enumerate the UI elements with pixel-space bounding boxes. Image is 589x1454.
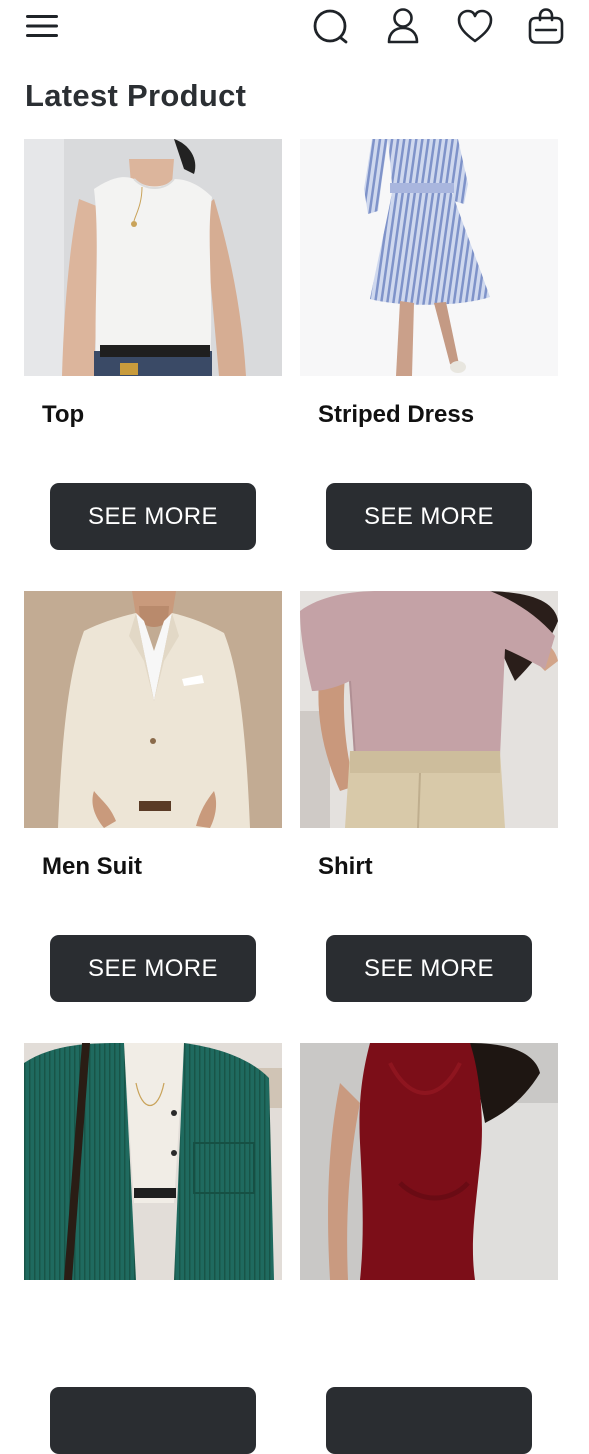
- see-more-button[interactable]: SEE MORE: [50, 935, 256, 1002]
- user-icon[interactable]: [384, 7, 422, 45]
- top-navigation-bar: [0, 0, 589, 60]
- heart-icon[interactable]: [456, 8, 494, 44]
- product-image-men-suit[interactable]: [24, 591, 282, 828]
- shopping-bag-icon[interactable]: [527, 6, 565, 46]
- product-name: Top: [42, 401, 85, 428]
- product-image-striped-dress[interactable]: [300, 139, 558, 376]
- menu-icon[interactable]: [26, 12, 58, 40]
- product-image-jacket[interactable]: [24, 1043, 282, 1280]
- product-name: Men Suit: [42, 853, 142, 880]
- see-more-button[interactable]: SEE MORE: [326, 483, 532, 550]
- product-image-top[interactable]: [24, 139, 282, 376]
- see-more-button[interactable]: [326, 1387, 532, 1454]
- product-image-shirt[interactable]: [300, 591, 558, 828]
- product-name: Shirt: [318, 853, 373, 880]
- product-name: Striped Dress: [318, 401, 475, 428]
- see-more-button[interactable]: SEE MORE: [326, 935, 532, 1002]
- see-more-button[interactable]: SEE MORE: [50, 483, 256, 550]
- product-image-red-dress[interactable]: [300, 1043, 558, 1280]
- see-more-button[interactable]: [50, 1387, 256, 1454]
- search-icon[interactable]: [312, 8, 350, 46]
- page-title: Latest Product: [25, 78, 247, 113]
